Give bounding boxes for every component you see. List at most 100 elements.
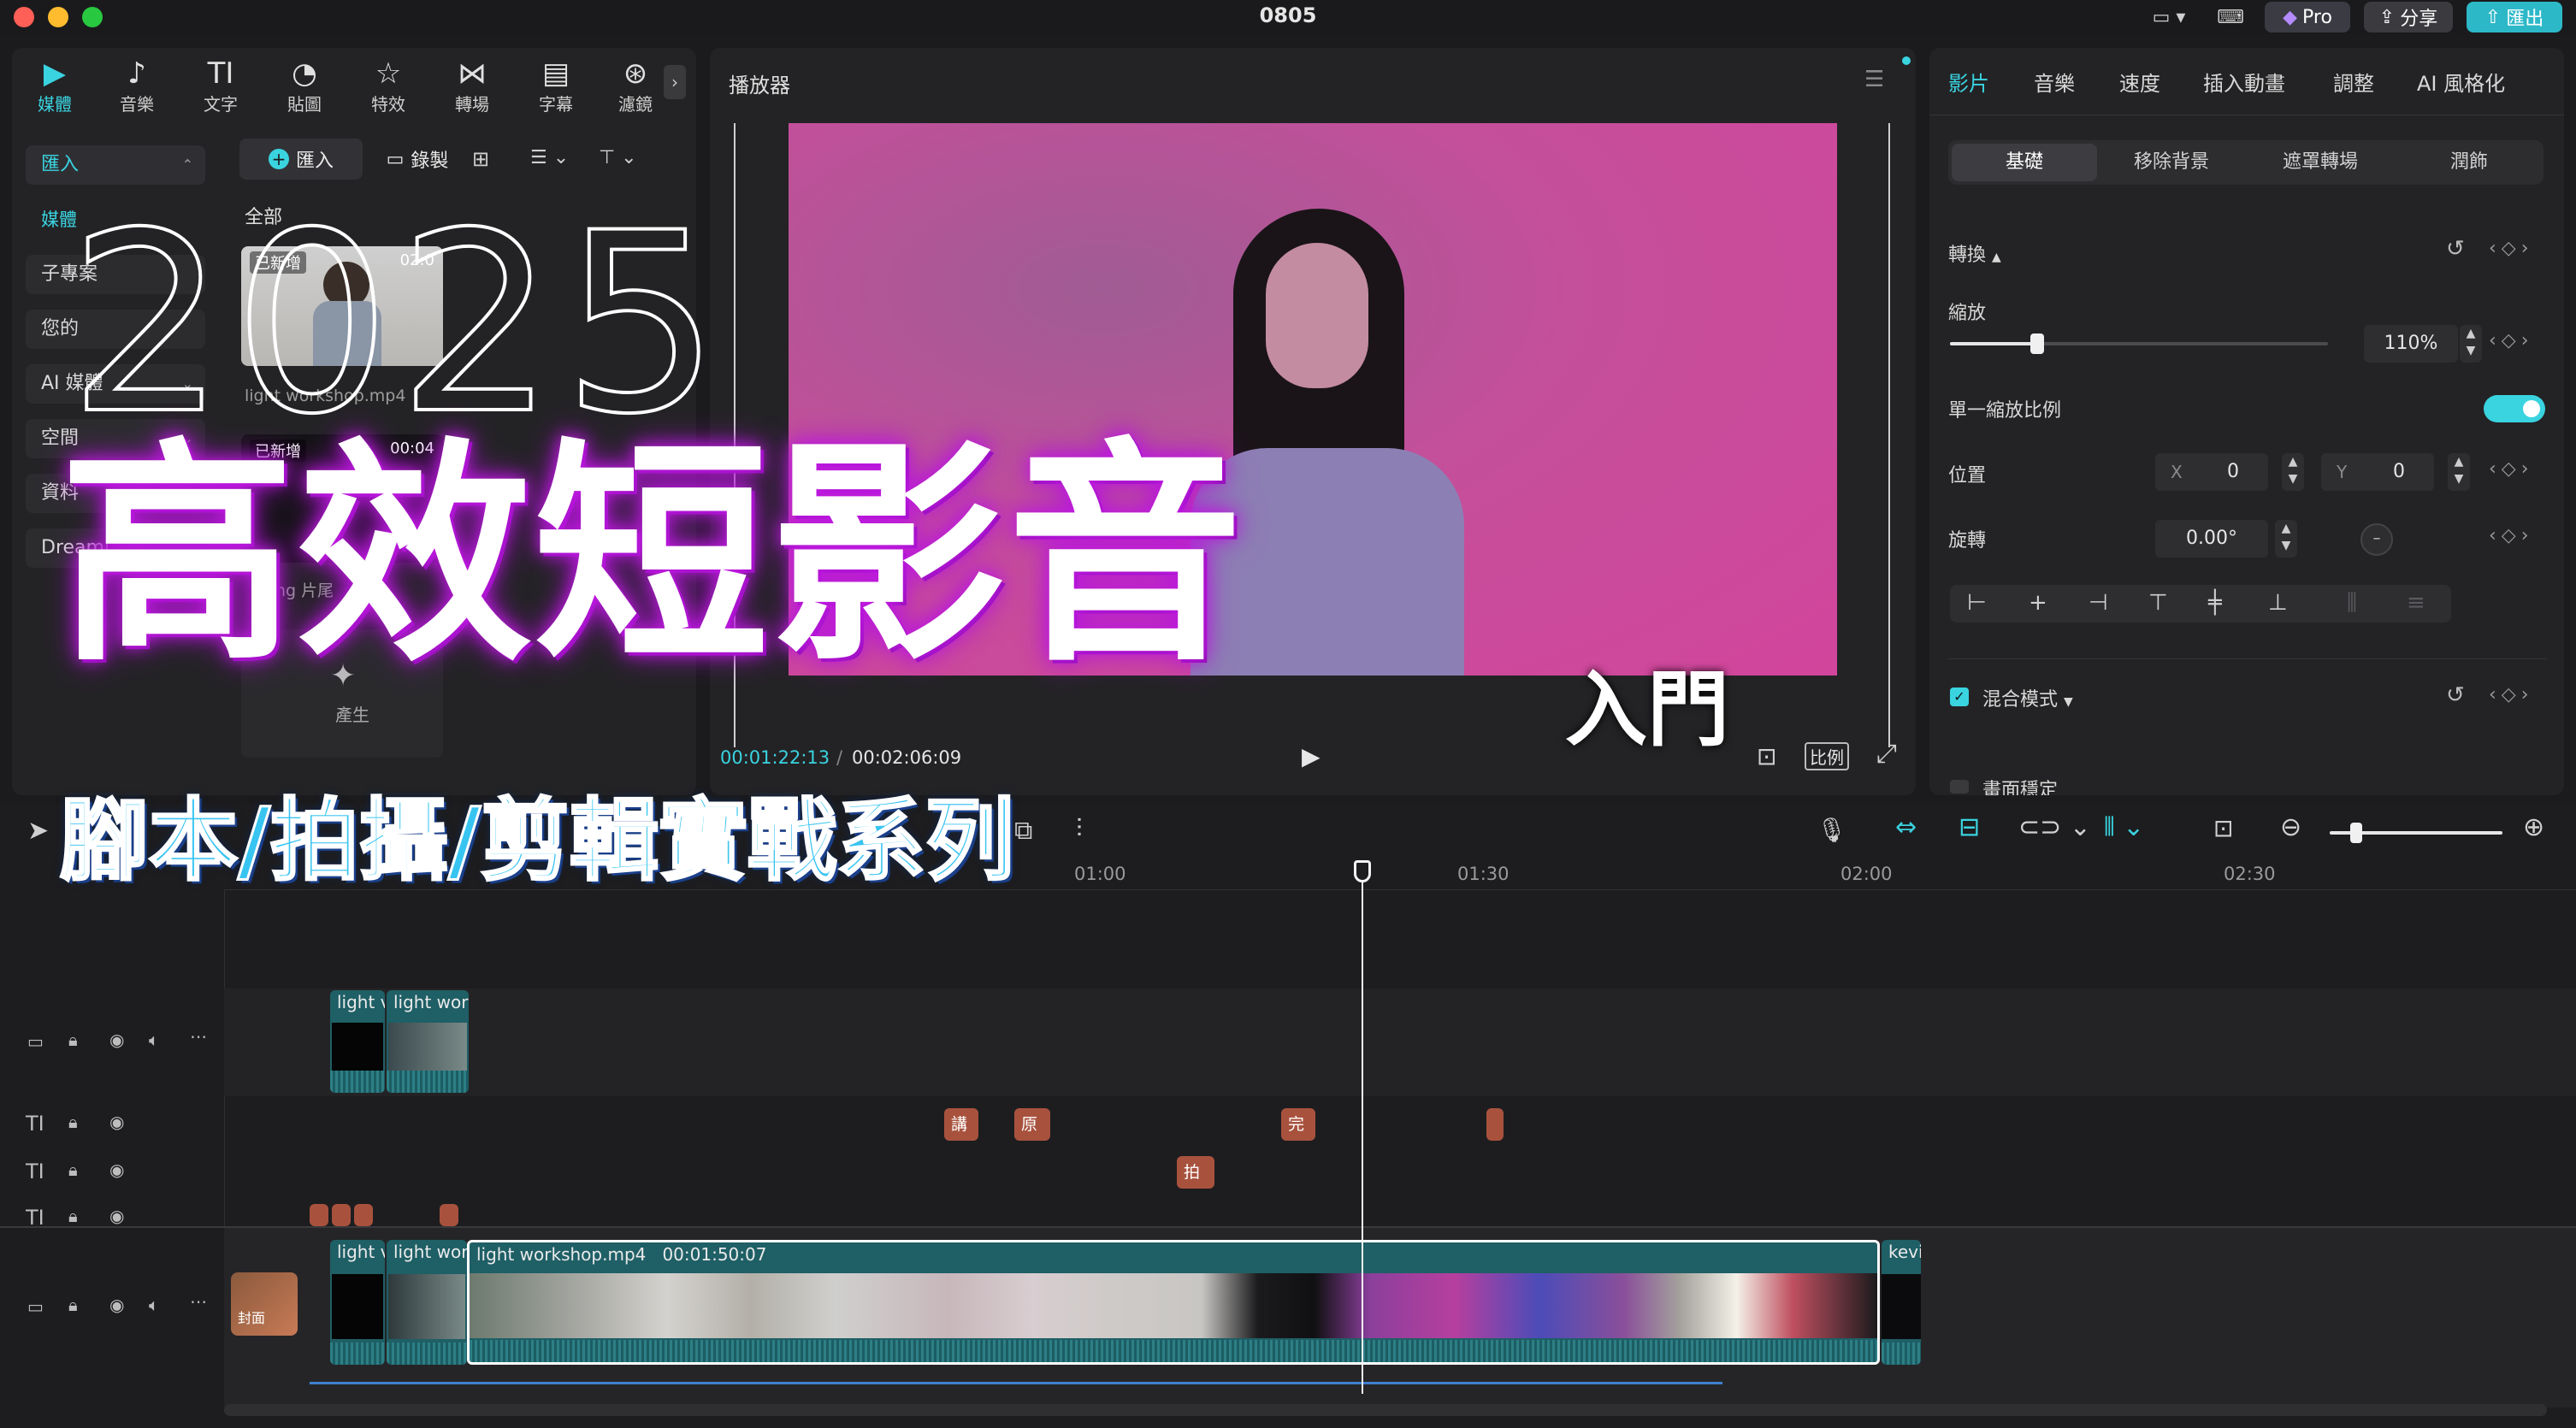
text-clip[interactable] xyxy=(1486,1108,1504,1141)
freeze-icon[interactable]: ⧉ xyxy=(1014,816,1032,846)
shortcut-icon[interactable]: ⌨ xyxy=(2212,2,2249,32)
stabilize-checkbox[interactable] xyxy=(1950,780,1969,794)
speaker-icon[interactable]: 🔈︎ xyxy=(149,1030,159,1050)
text-clip[interactable] xyxy=(440,1204,458,1226)
text-clip[interactable]: 拍下 xyxy=(1177,1156,1214,1189)
eye-icon[interactable]: ◉ xyxy=(109,1206,124,1226)
text-clip[interactable]: 完整 xyxy=(1281,1108,1315,1141)
distribute-v-icon[interactable]: ≡ xyxy=(2407,590,2425,616)
position-x-stepper[interactable]: ▲ ▼ xyxy=(2282,453,2304,491)
align-top-icon[interactable]: ⊤ xyxy=(2148,590,2168,616)
magnet-icon[interactable]: ⊟ xyxy=(1959,812,1980,842)
keyframe-icon[interactable]: ‹◇› xyxy=(2489,525,2534,546)
keyframe-icon[interactable]: ‹◇› xyxy=(2489,458,2534,480)
category-caption[interactable]: ▤ 字幕 xyxy=(522,56,590,115)
align-right-icon[interactable]: ⊣ xyxy=(2089,590,2108,616)
export-button[interactable]: ⇧ 匯出 xyxy=(2467,2,2562,32)
close-window-icon[interactable] xyxy=(14,7,34,27)
microphone-icon[interactable]: 🎙 xyxy=(1817,816,1847,844)
subtab-mask[interactable]: 遮罩轉場 xyxy=(2248,140,2393,185)
eye-icon[interactable]: ◉ xyxy=(109,1160,124,1180)
lock-icon[interactable]: 🔒︎ xyxy=(68,1030,78,1050)
overlay-clip-1[interactable]: light v xyxy=(330,990,385,1093)
main-clip-2[interactable]: light wor xyxy=(387,1240,467,1365)
pro-button[interactable]: ◆ Pro xyxy=(2265,2,2350,32)
timeline-monitor-icon[interactable]: ⊡ xyxy=(2213,814,2233,842)
uniform-scale-toggle[interactable] xyxy=(2484,395,2545,422)
playhead-handle[interactable] xyxy=(1354,860,1371,882)
zoom-in-icon[interactable]: ⊕ xyxy=(2523,812,2544,842)
main-clip-1[interactable]: light v xyxy=(330,1240,385,1365)
category-sticker[interactable]: ◔ 貼圖 xyxy=(270,56,339,115)
transform-label[interactable]: 轉換 ▲ xyxy=(1948,239,2001,267)
rotation-input[interactable]: 0.00° xyxy=(2155,520,2268,558)
text-clip[interactable] xyxy=(332,1204,351,1226)
playhead-line[interactable] xyxy=(1362,864,1363,1394)
speaker-icon[interactable]: 🔈︎ xyxy=(149,1295,159,1315)
text-clip[interactable]: 原來 xyxy=(1014,1108,1050,1141)
text-clip[interactable]: 講 xyxy=(944,1108,978,1141)
keyframe-icon[interactable]: ‹◇› xyxy=(2489,238,2534,259)
keyframe-icon[interactable]: ‹◇› xyxy=(2489,330,2534,351)
preview-axis-icon[interactable]: ⫴ ⌄ xyxy=(2104,812,2144,842)
lock-icon[interactable]: 🔒︎ xyxy=(68,1206,78,1226)
sort-icon[interactable]: ☰ ⌄ xyxy=(530,147,569,168)
play-icon[interactable]: ▶ xyxy=(1302,742,1320,770)
position-y-input[interactable]: Y 0 xyxy=(2321,453,2434,491)
more-icon[interactable]: ⋯ xyxy=(190,1026,207,1047)
lock-icon[interactable]: 🔒︎ xyxy=(68,1112,78,1132)
position-x-input[interactable]: X 0 xyxy=(2155,453,2268,491)
eye-icon[interactable]: ◉ xyxy=(109,1295,124,1315)
category-filter[interactable]: ⊛ 濾鏡 xyxy=(606,56,665,115)
fit-icon[interactable]: ⊡ xyxy=(1757,742,1776,770)
tab-ai-style[interactable]: AI 風格化 xyxy=(2417,67,2505,97)
share-button[interactable]: ⇪ 分享 xyxy=(2364,2,2453,32)
link-icon[interactable]: ⊂⊃ ⌄ xyxy=(2018,812,2091,842)
align-left-icon[interactable]: ⊢ xyxy=(1967,590,1987,616)
reset-icon[interactable]: ↺ xyxy=(2446,236,2465,262)
align-middle-v-icon[interactable]: ╪ xyxy=(2208,590,2222,616)
link-main-icon[interactable]: ⇔ xyxy=(1895,812,1917,842)
zoom-slider-handle[interactable] xyxy=(2350,823,2362,843)
keyframe-icon[interactable]: ‹◇› xyxy=(2489,684,2534,705)
text-clip[interactable] xyxy=(310,1204,328,1226)
zoom-out-icon[interactable]: ⊖ xyxy=(2280,812,2301,842)
main-clip-tail[interactable]: kevi xyxy=(1882,1240,1921,1365)
subtab-remove-bg[interactable]: 移除背景 xyxy=(2099,140,2244,185)
tab-animation[interactable]: 插入動畫 xyxy=(2203,67,2285,97)
sidebar-item-import[interactable]: 匯入 ⌃ xyxy=(26,145,205,185)
import-button[interactable]: + 匯入 xyxy=(239,139,363,180)
align-center-h-icon[interactable]: + xyxy=(2029,590,2047,616)
minimize-window-icon[interactable] xyxy=(48,7,68,27)
tab-audio[interactable]: 音樂 xyxy=(2034,67,2075,97)
align-bottom-icon[interactable]: ⊥ xyxy=(2268,590,2288,616)
tab-adjust[interactable]: 調整 xyxy=(2333,67,2374,97)
ratio-button[interactable]: 比例 xyxy=(1805,742,1849,770)
rotation-stepper[interactable]: ▲ ▼ xyxy=(2275,520,2297,558)
eye-icon[interactable]: ◉ xyxy=(109,1112,124,1132)
audio-split-icon[interactable]: ⫶ xyxy=(1076,814,1083,844)
timeline-scrollbar[interactable] xyxy=(224,1404,2547,1416)
lock-icon[interactable]: 🔒︎ xyxy=(68,1160,78,1180)
chevron-right-icon[interactable]: › xyxy=(664,65,686,99)
scale-slider-handle[interactable] xyxy=(2029,333,2044,354)
distribute-h-icon[interactable]: ⫼ xyxy=(2347,590,2357,617)
filter-dropdown-icon[interactable]: ⊤ ⌄ xyxy=(599,147,637,168)
category-effects[interactable]: ☆ 特效 xyxy=(354,56,422,115)
scale-input[interactable]: 110% xyxy=(2364,325,2458,363)
tab-video[interactable]: 影片 xyxy=(1948,67,1989,97)
zoom-window-icon[interactable] xyxy=(82,7,103,27)
subtab-basic[interactable]: 基礎 xyxy=(1952,144,2097,181)
layout-icon[interactable]: ▭ ▾ xyxy=(2145,2,2193,32)
main-clip-selected[interactable]: light workshop.mp4 00:01:50:07 xyxy=(467,1240,1880,1365)
cover-thumbnail[interactable]: 封面 xyxy=(231,1272,298,1336)
category-media[interactable]: ▶ 媒體 xyxy=(21,56,89,115)
record-button[interactable]: ▭ 錄製 xyxy=(376,139,458,180)
grid-view-icon[interactable]: ⊞ xyxy=(472,147,489,171)
eye-icon[interactable]: ◉ xyxy=(109,1030,124,1050)
tab-speed[interactable]: 速度 xyxy=(2119,67,2160,97)
player-menu-icon[interactable]: ☰ xyxy=(1864,67,1884,92)
category-music[interactable]: ♪ 音樂 xyxy=(103,56,171,115)
position-y-stepper[interactable]: ▲ ▼ xyxy=(2448,453,2470,491)
subtab-retouch[interactable]: 潤飾 xyxy=(2396,140,2542,185)
